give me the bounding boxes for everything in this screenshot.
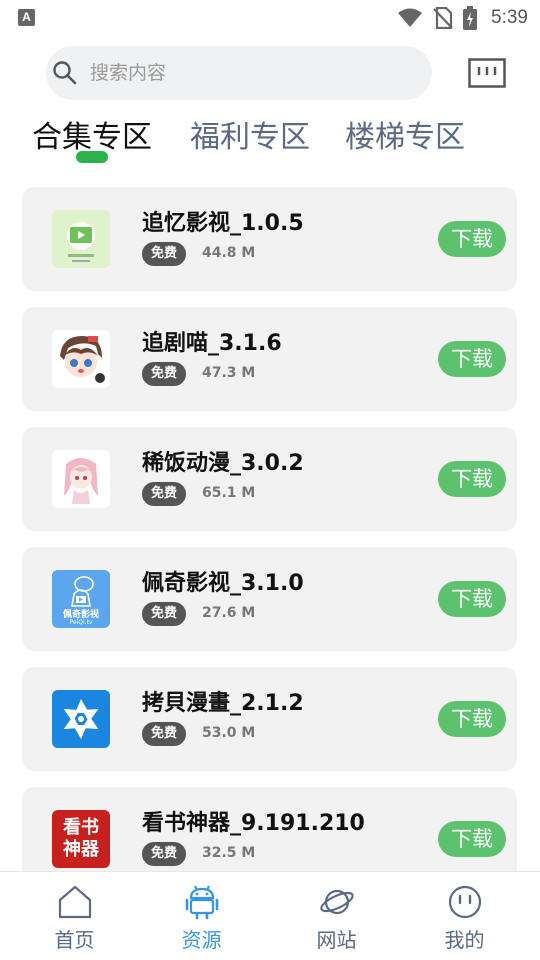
app-size: 53.0 M [202, 725, 256, 741]
app-list[interactable]: 追忆影视_1.0.5 免费 44.8 M 下载 追剧喵_3.1.6 免费 47.… [22, 187, 518, 871]
nav-label: 我的 [444, 928, 485, 952]
app-size: 32.5 M [202, 845, 256, 861]
wifi-icon [398, 8, 423, 27]
scan-icon[interactable] [468, 58, 506, 88]
app-size: 65.1 M [202, 485, 256, 501]
bottom-nav: 首页 资源 网站 我的 [0, 871, 540, 960]
peiqi-app-icon: 佩奇影视 PeiQi.tv [52, 570, 110, 628]
app-size: 47.3 M [202, 365, 256, 381]
free-badge: 免费 [142, 842, 186, 866]
app-card[interactable]: 看书 神器 看书神器_9.191.210 免费 32.5 M 下载 [22, 787, 517, 871]
nav-label: 网站 [316, 928, 357, 952]
download-button[interactable]: 下载 [438, 581, 506, 617]
home-icon [58, 885, 91, 919]
free-badge: 免费 [142, 602, 186, 626]
download-button[interactable]: 下载 [438, 341, 506, 377]
kanshu-app-icon: 看书 神器 [52, 810, 110, 868]
status-bar: A 5:39 [0, 0, 540, 36]
app-name: 追忆影视_1.0.5 [142, 211, 304, 236]
free-badge: 免费 [142, 362, 186, 386]
free-badge: 免费 [142, 242, 186, 266]
zhuijumiao-app-icon [52, 330, 110, 388]
search-icon [53, 61, 77, 85]
no-sim-icon [433, 7, 453, 29]
zhuiyi-app-icon [52, 210, 110, 268]
nav-profile[interactable]: 我的 [397, 872, 532, 960]
status-icons: 5:39 [397, 6, 528, 30]
kanshu-icon-line2: 神器 [63, 839, 99, 860]
app-card[interactable]: 佩奇影视 PeiQi.tv 佩奇影视_3.1.0 免费 27.6 M 下载 [22, 547, 517, 651]
app-card[interactable]: 追剧喵_3.1.6 免费 47.3 M 下载 [22, 307, 517, 411]
download-button[interactable]: 下载 [438, 701, 506, 737]
tab-welfare[interactable]: 福利专区 [190, 118, 310, 158]
app-name: 稀饭动漫_3.0.2 [142, 451, 304, 476]
download-button[interactable]: 下载 [438, 821, 506, 857]
app-name: 拷貝漫畫_2.1.2 [142, 691, 304, 716]
status-time: 5:39 [491, 7, 528, 28]
app-size: 27.6 M [202, 605, 256, 621]
nav-home[interactable]: 首页 [7, 872, 142, 960]
search-input[interactable] [90, 58, 390, 88]
nav-resources[interactable]: 资源 [134, 872, 269, 960]
notification-icon: A [18, 9, 35, 26]
app-name: 佩奇影视_3.1.0 [142, 571, 304, 596]
app-name: 追剧喵_3.1.6 [142, 331, 282, 356]
kaobei-app-icon [52, 690, 110, 748]
nav-label: 资源 [181, 928, 222, 952]
smiley-icon [448, 885, 481, 919]
peiqi-icon-sublabel: PeiQi.tv [69, 619, 93, 626]
android-icon [185, 885, 218, 920]
free-badge: 免费 [142, 722, 186, 746]
app-name: 看书神器_9.191.210 [142, 811, 365, 836]
app-card[interactable]: 拷貝漫畫_2.1.2 免费 53.0 M 下载 [22, 667, 517, 771]
nav-label: 首页 [54, 928, 95, 952]
nav-websites[interactable]: 网站 [269, 872, 404, 960]
kanshu-icon-line1: 看书 [63, 817, 99, 838]
tab-indicator [76, 151, 108, 163]
app-card[interactable]: 稀饭动漫_3.0.2 免费 65.1 M 下载 [22, 427, 517, 531]
xifan-app-icon [52, 450, 110, 508]
battery-charging-icon [463, 6, 478, 30]
download-button[interactable]: 下载 [438, 221, 506, 257]
app-card[interactable]: 追忆影视_1.0.5 免费 44.8 M 下载 [22, 187, 517, 291]
app-size: 44.8 M [202, 245, 256, 261]
tab-stairs[interactable]: 楼梯专区 [345, 118, 465, 158]
planet-icon [319, 889, 354, 915]
download-button[interactable]: 下载 [438, 461, 506, 497]
free-badge: 免费 [142, 482, 186, 506]
